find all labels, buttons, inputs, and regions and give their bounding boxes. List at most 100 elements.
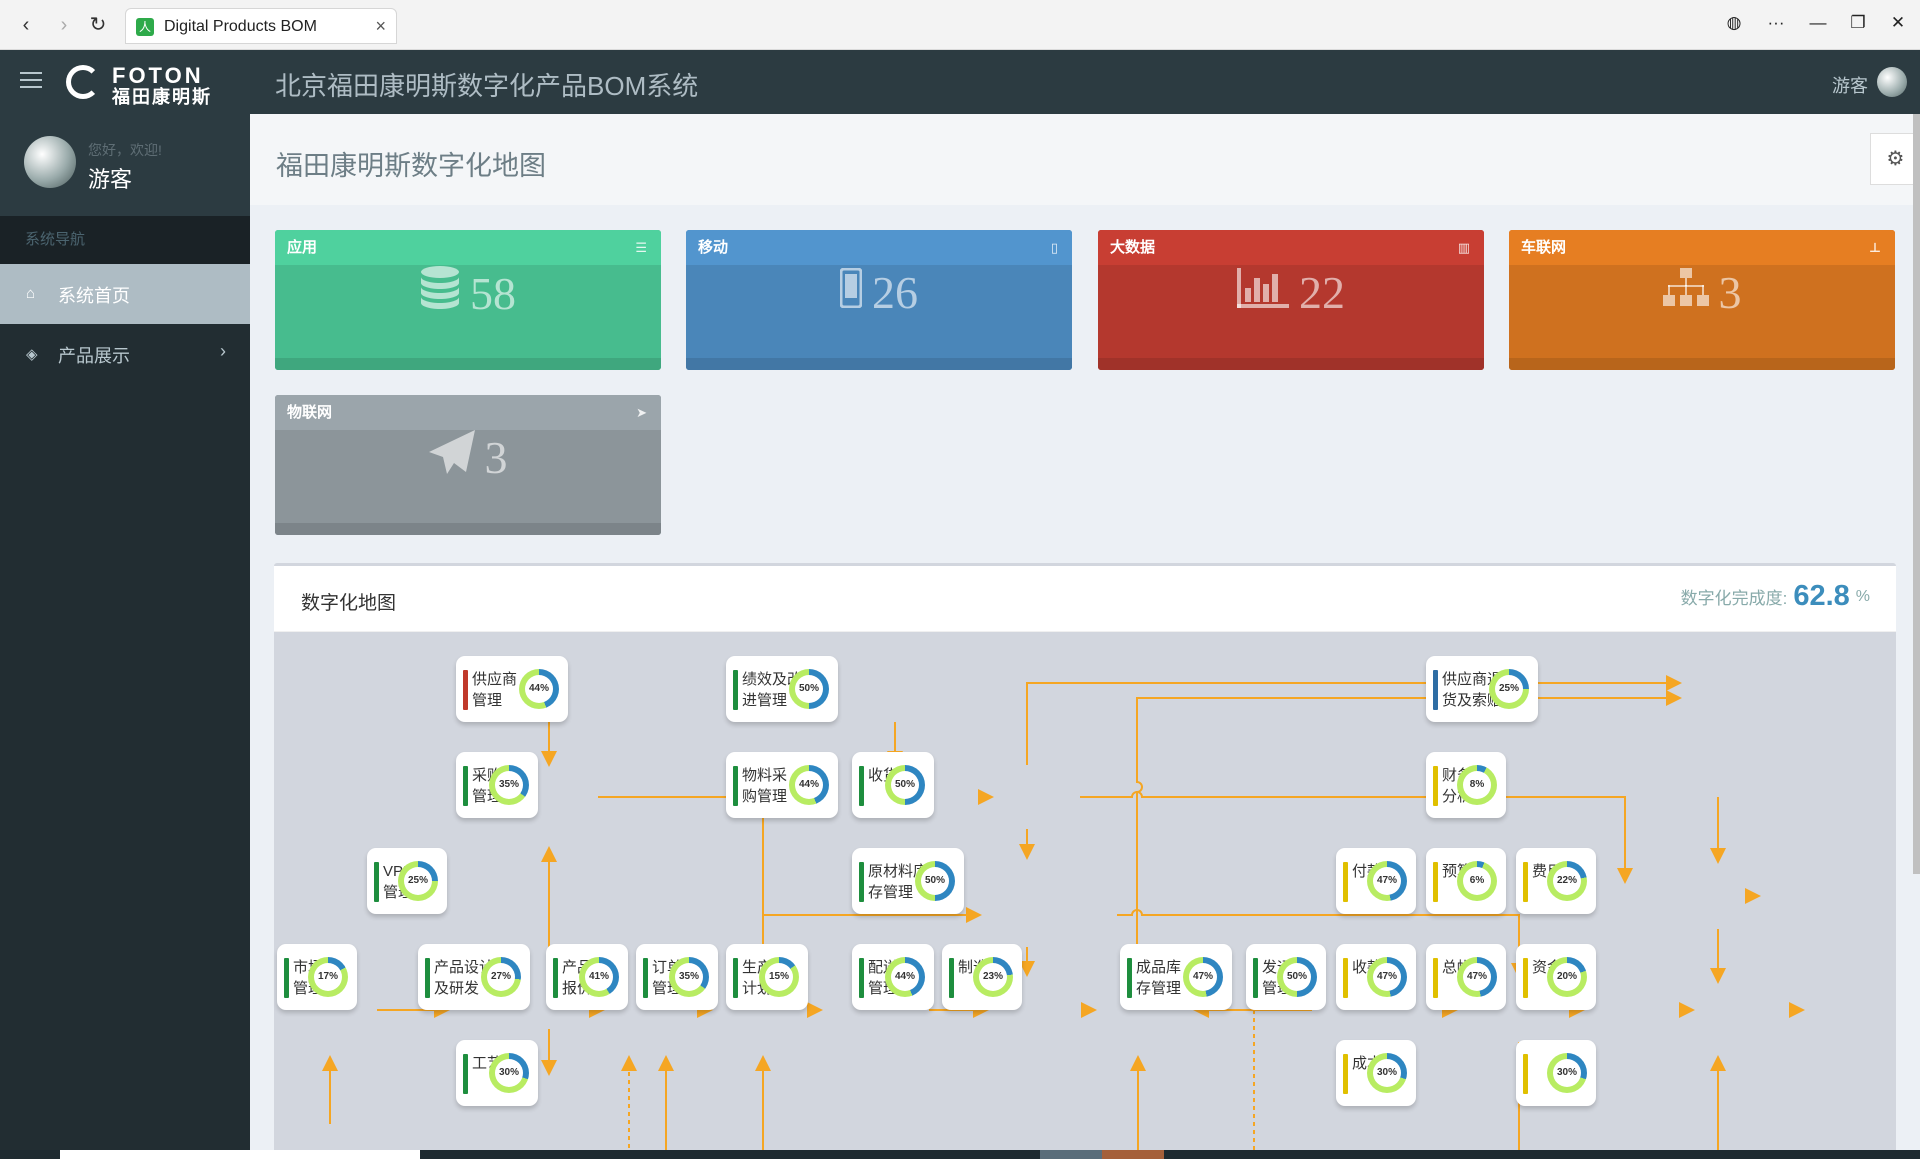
progress-percent: 47% — [1373, 867, 1401, 895]
map-node-finance[interactable]: 财务 分析 8% — [1426, 752, 1506, 818]
scrollbar[interactable] — [1913, 114, 1920, 874]
status-bar — [1523, 958, 1528, 998]
map-node-extra[interactable]: 30% — [1516, 1040, 1596, 1106]
status-bar — [733, 766, 738, 806]
map-node-mfg[interactable]: 制造 23% — [942, 944, 1022, 1010]
database-icon: ☰ — [635, 240, 647, 255]
map-node-fginv[interactable]: 成品库 存管理 47% — [1120, 944, 1232, 1010]
status-bar — [1433, 958, 1438, 998]
status-bar — [284, 958, 289, 998]
card-label: 车联网 — [1521, 239, 1567, 256]
map-node-budget[interactable]: 预算 6% — [1426, 848, 1506, 914]
card-value: 3 — [1718, 266, 1742, 318]
logo-chinese: 福田康明斯 — [112, 87, 212, 107]
sitemap-icon: ⊥ — [1869, 240, 1881, 255]
sidebar-item-label: 系统首页 — [58, 286, 130, 306]
map-node-ledger[interactable]: 总帐 47% — [1426, 944, 1506, 1010]
map-node-market[interactable]: 市场 管理 17% — [277, 944, 357, 1010]
progress-ring: 50% — [789, 669, 829, 709]
cummins-logo-icon — [66, 65, 100, 99]
map-node-receive[interactable]: 收货 50% — [852, 752, 934, 818]
progress-percent: 44% — [891, 963, 919, 991]
map-node-order[interactable]: 订单 管理 35% — [636, 944, 718, 1010]
browser-chrome: ‹ › ↻ 人 Digital Products BOM × ◍ ··· — ❐… — [0, 0, 1920, 50]
sidebar-item-products[interactable]: ◈ 产品展示 › — [0, 324, 250, 384]
progress-ring: 44% — [885, 957, 925, 997]
reload-button[interactable]: ↻ — [84, 11, 112, 39]
user-panel: 您好，欢迎! 游客 — [0, 114, 250, 216]
map-node-plan[interactable]: 生产 计划 15% — [726, 944, 808, 1010]
nav-header: 系统导航 — [0, 216, 250, 264]
status-bar — [859, 862, 864, 902]
forward-button[interactable]: › — [50, 11, 78, 39]
map-node-perf[interactable]: 绩效及改 进管理 50% — [726, 656, 838, 722]
map-node-rawinv[interactable]: 原材料库 存管理 50% — [852, 848, 964, 914]
map-node-return[interactable]: 供应商退 货及索赔 25% — [1426, 656, 1538, 722]
status-bar — [1523, 862, 1528, 902]
stat-card-app[interactable]: 应用 ☰ 58 — [275, 230, 661, 370]
sidebar-item-home[interactable]: ⌂ 系统首页 — [0, 264, 250, 324]
stat-card-iov[interactable]: 车联网 ⊥ 3 — [1509, 230, 1895, 370]
progress-percent: 35% — [675, 963, 703, 991]
foton-logo: FOTON 福田康明斯 — [66, 63, 244, 107]
progress-percent: 8% — [1463, 771, 1491, 799]
progress-ring: 20% — [1547, 957, 1587, 997]
progress-percent: 47% — [1373, 963, 1401, 991]
map-title: 数字化地图 — [301, 593, 397, 614]
progress-ring: 35% — [669, 957, 709, 997]
progress-ring: 6% — [1457, 861, 1497, 901]
map-node-design[interactable]: 产品设计 及研发 27% — [418, 944, 530, 1010]
map-node-dist[interactable]: 配送 管理 44% — [852, 944, 934, 1010]
header-avatar[interactable] — [1877, 67, 1907, 97]
map-node-vpi[interactable]: VPI 管理 25% — [367, 848, 447, 914]
map-node-expense[interactable]: 费用 22% — [1516, 848, 1596, 914]
map-node-collect[interactable]: 收款 47% — [1336, 944, 1416, 1010]
progress-percent: 27% — [487, 963, 515, 991]
sitemap-icon — [1662, 265, 1709, 319]
progress-ring: 25% — [398, 861, 438, 901]
progress-ring: 47% — [1457, 957, 1497, 997]
paper-plane-icon — [428, 430, 475, 485]
map-node-quote[interactable]: 产品 报价 41% — [546, 944, 628, 1010]
header-username[interactable]: 游客 — [1832, 72, 1868, 98]
avatar — [24, 136, 76, 188]
progress-ring: 47% — [1183, 957, 1223, 997]
progress-ring: 50% — [915, 861, 955, 901]
map-node-matpur[interactable]: 物料采 购管理 44% — [726, 752, 838, 818]
map-node-process[interactable]: 工艺 30% — [456, 1040, 538, 1106]
map-node-supplier[interactable]: 供应商 管理 44% — [456, 656, 568, 722]
stat-card-bigdata[interactable]: 大数据 ▥ 22 — [1098, 230, 1484, 370]
map-node-ship[interactable]: 发运 管理 50% — [1246, 944, 1326, 1010]
status-bar — [463, 1054, 468, 1094]
card-value: 22 — [1299, 266, 1345, 318]
progress-ring: 8% — [1457, 765, 1497, 805]
progress-percent: 20% — [1553, 963, 1581, 991]
map-node-payment[interactable]: 付款 47% — [1336, 848, 1416, 914]
more-icon[interactable]: ··· — [1764, 13, 1788, 33]
tab-close-icon[interactable]: × — [375, 16, 386, 37]
status-bar — [1343, 958, 1348, 998]
progress-ring: 47% — [1367, 861, 1407, 901]
paper-plane-icon: ➤ — [636, 405, 647, 420]
node-label: 物料采 购管理 — [742, 767, 788, 805]
map-node-purchase[interactable]: 采购 管理 35% — [456, 752, 538, 818]
progress-ring: 50% — [1277, 957, 1317, 997]
map-node-cost[interactable]: 成本 30% — [1336, 1040, 1416, 1106]
progress-percent: 25% — [404, 867, 432, 895]
progress-percent: 25% — [1495, 675, 1523, 703]
progress-percent: 44% — [525, 675, 553, 703]
globe-icon[interactable]: ◍ — [1722, 13, 1746, 33]
map-node-fund[interactable]: 资金 20% — [1516, 944, 1596, 1010]
stat-card-iot[interactable]: 物联网 ➤ 3 — [275, 395, 661, 535]
sidebar: 您好，欢迎! 游客 系统导航 ⌂ 系统首页 ◈ 产品展示 › — [0, 114, 250, 1159]
minimize-button[interactable]: — — [1806, 13, 1830, 33]
progress-percent: 47% — [1189, 963, 1217, 991]
status-bar — [425, 958, 430, 998]
restore-button[interactable]: ❐ — [1846, 13, 1870, 33]
stat-card-mobile[interactable]: 移动 ▯ 26 — [686, 230, 1072, 370]
progress-percent: 35% — [495, 771, 523, 799]
browser-tab[interactable]: 人 Digital Products BOM × — [125, 8, 397, 44]
menu-toggle-icon[interactable] — [20, 72, 42, 90]
back-button[interactable]: ‹ — [12, 11, 40, 39]
close-window-button[interactable]: ✕ — [1886, 13, 1910, 33]
